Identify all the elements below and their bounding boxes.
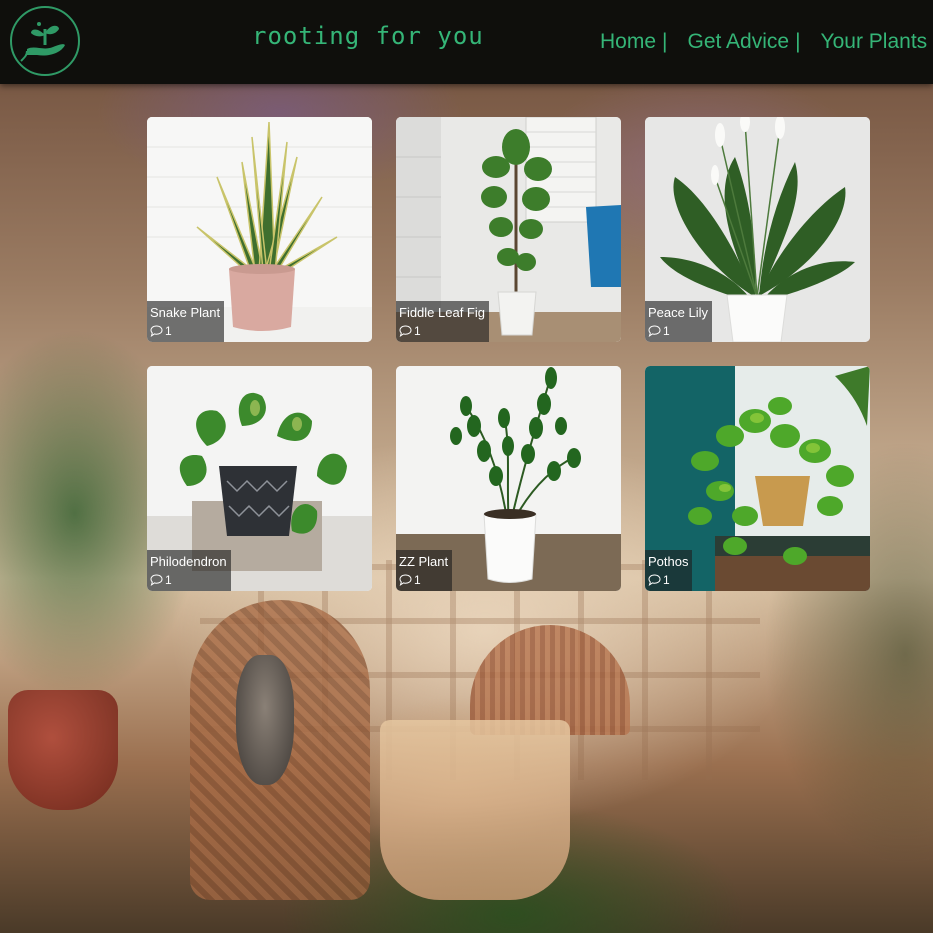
plant-name: ZZ Plant	[399, 554, 449, 569]
nav-your-plants-link[interactable]: Your Plants	[821, 30, 928, 54]
nav-separator: |	[662, 30, 668, 53]
plant-name: Pothos	[648, 554, 689, 569]
comment-count-value: 1	[165, 573, 172, 587]
background-table	[380, 720, 570, 900]
comment-count[interactable]: 1	[399, 322, 485, 340]
plant-card[interactable]: Philodendron 1	[147, 366, 372, 591]
comment-icon	[399, 574, 412, 586]
site-title: rooting for you	[252, 22, 484, 50]
comment-count-value: 1	[165, 324, 172, 338]
nav-home-link[interactable]: Home	[600, 30, 656, 54]
comment-count-value: 1	[663, 573, 670, 587]
comment-icon	[150, 574, 163, 586]
plant-card[interactable]: ZZ Plant 1	[396, 366, 621, 591]
plant-caption: Philodendron 1	[147, 550, 231, 591]
comment-icon	[648, 325, 661, 337]
comment-count-value: 1	[663, 324, 670, 338]
comment-count-value: 1	[414, 573, 421, 587]
plant-name: Philodendron	[150, 554, 227, 569]
plant-caption: Peace Lily 1	[645, 301, 712, 342]
comment-count[interactable]: 1	[399, 571, 448, 589]
plant-card[interactable]: Fiddle Leaf Fig 1	[396, 117, 621, 342]
comment-icon	[150, 325, 163, 337]
plant-card[interactable]: Snake Plant 1	[147, 117, 372, 342]
plant-card[interactable]: Peace Lily 1	[645, 117, 870, 342]
plant-name: Fiddle Leaf Fig	[399, 305, 485, 320]
plant-card[interactable]: Pothos 1	[645, 366, 870, 591]
nav-get-advice-link[interactable]: Get Advice	[688, 30, 790, 54]
plant-name: Peace Lily	[648, 305, 708, 320]
background-pot	[8, 690, 118, 810]
main-nav: Home | Get Advice | Your Plants |	[600, 30, 933, 54]
comment-count-value: 1	[414, 324, 421, 338]
plant-caption: Snake Plant 1	[147, 301, 225, 342]
comment-count[interactable]: 1	[648, 571, 688, 589]
comment-count[interactable]: 1	[648, 322, 708, 340]
background-owl	[236, 655, 294, 785]
site-header: rooting for you Home | Get Advice | Your…	[0, 0, 933, 84]
plant-caption: Fiddle Leaf Fig 1	[396, 301, 489, 342]
nav-separator: |	[795, 30, 801, 53]
sprout-hand-logo-icon[interactable]	[10, 6, 80, 76]
comment-icon	[648, 574, 661, 586]
comment-count[interactable]: 1	[150, 322, 220, 340]
plant-grid: Snake Plant 1 Fiddle Leaf Fig 1 Peace Li…	[147, 117, 870, 591]
plant-name: Snake Plant	[150, 305, 221, 320]
plant-caption: Pothos 1	[645, 550, 693, 591]
comment-count[interactable]: 1	[150, 571, 227, 589]
plant-caption: ZZ Plant 1	[396, 550, 453, 591]
comment-icon	[399, 325, 412, 337]
